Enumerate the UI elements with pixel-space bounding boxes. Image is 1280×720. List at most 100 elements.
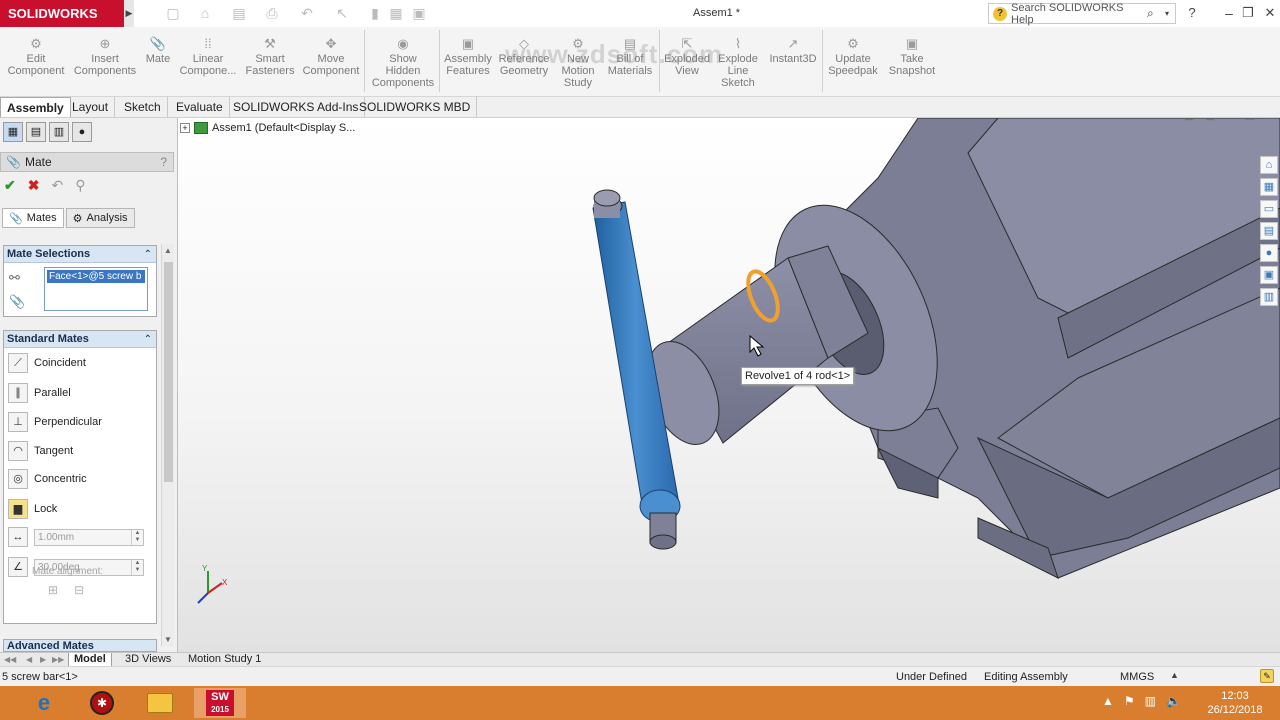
help-icon[interactable]: ? — [160, 155, 167, 169]
pushpin-icon[interactable]: ⚲ — [75, 177, 85, 194]
clock[interactable]: 12:03 26/12/2018 — [1200, 689, 1270, 717]
file-properties-icon[interactable]: ▦ — [387, 4, 405, 22]
configuration-manager-icon[interactable]: ▥ — [49, 122, 69, 142]
feature-tree-root[interactable]: + Assem1 (Default<Display S... — [180, 122, 355, 134]
cascade-icon[interactable]: ⊟ — [1206, 118, 1215, 123]
next-tab-icon[interactable]: ▶ — [40, 653, 46, 666]
exploded-view-button[interactable]: ⇱ Exploded View — [662, 37, 712, 78]
tile-icon[interactable]: ⊞ — [1184, 118, 1193, 123]
tab-layout[interactable]: Layout — [66, 97, 116, 117]
minimize-icon[interactable]: – — [1221, 5, 1237, 21]
restore-icon[interactable]: ❐ — [1240, 5, 1256, 21]
ie-button[interactable]: e — [24, 688, 64, 718]
spinner-icon[interactable]: ▲ ▼ — [131, 529, 143, 545]
solidworks-taskbar-button[interactable]: SW 2015 — [194, 688, 246, 718]
distance-field[interactable]: 1.00mm ▲ ▼ — [34, 528, 144, 546]
scroll-thumb[interactable] — [164, 262, 173, 482]
network-icon[interactable]: ▥ — [1145, 694, 1156, 708]
graphics-area[interactable]: ⌕ ⌕ ⌕ ↩ ▥ ✎ ◳ ◆ ◐ ● ◒ ▤ + Assem1 (Defaul… — [178, 118, 1280, 652]
insert-components-button[interactable]: ⊕ Insert Components — [72, 37, 138, 78]
angle-icon[interactable]: ∠ — [8, 557, 28, 577]
take-snapshot-button[interactable]: ▣ Take Snapshot — [884, 37, 940, 78]
menu-expand-arrow-icon[interactable]: ▶ — [124, 0, 134, 27]
concentric-option[interactable]: ◎ Concentric — [4, 466, 154, 492]
help-icon[interactable]: ? — [1184, 5, 1200, 20]
appearances-icon[interactable]: ● — [1260, 244, 1278, 262]
distance-icon[interactable]: ↔ — [8, 527, 28, 547]
update-speedpak-button[interactable]: ⚙ Update Speedpak — [826, 37, 880, 78]
aligned-icon[interactable]: ⊞ — [48, 583, 58, 597]
custom-properties-icon[interactable]: ▣ — [1260, 266, 1278, 284]
smart-fasteners-button[interactable]: ⚒ Smart Fasteners — [242, 37, 298, 78]
cancel-x-icon[interactable]: ✖ — [28, 177, 40, 194]
select-icon[interactable]: ↖ — [333, 4, 351, 22]
file-explorer-icon[interactable]: ▭ — [1260, 200, 1278, 218]
solidworks-logo[interactable]: SOLIDWORKS — [0, 0, 124, 27]
tray-expand-icon[interactable]: ▲ — [1102, 694, 1114, 708]
assembly-features-button[interactable]: ▣ Assembly Features — [442, 37, 494, 78]
tangent-option[interactable]: ◠ Tangent — [4, 438, 154, 464]
selection-item[interactable]: Face<1>@5 screw b — [47, 270, 145, 283]
bill-of-materials-button[interactable]: ▤ Bill of Materials — [604, 37, 656, 78]
options-icon[interactable]: ▣ — [410, 4, 428, 22]
move-component-button[interactable]: ✥ Move Component — [300, 37, 362, 78]
tab-3d-views[interactable]: 3D Views — [120, 653, 176, 667]
resources-icon[interactable]: ⌂ — [1260, 156, 1278, 174]
mate-button[interactable]: 📎 Mate — [142, 37, 174, 66]
volume-icon[interactable]: 🔈 — [1166, 694, 1181, 708]
linear-pattern-button[interactable]: ⁞⁞ Linear Compone... — [178, 37, 238, 78]
rebuild-icon[interactable]: ▮ — [366, 4, 384, 22]
magnifier-icon[interactable]: ⌕ — [1147, 6, 1161, 21]
solidworks-forum-icon[interactable]: ▥ — [1260, 288, 1278, 306]
tab-assembly[interactable]: Assembly — [0, 97, 71, 117]
last-tab-icon[interactable]: ▶▶ — [52, 653, 64, 666]
search-input[interactable]: Search SOLIDWORKS Help — [1011, 2, 1143, 26]
explode-line-sketch-button[interactable]: ⌇ Explode Line Sketch — [714, 37, 762, 90]
mate-selections-header[interactable]: Mate Selections ⌃ — [4, 246, 156, 263]
feature-manager-icon[interactable]: ▦ — [3, 122, 23, 142]
flag-icon[interactable]: ⚑ — [1124, 694, 1135, 708]
first-tab-icon[interactable]: ◀◀ — [4, 653, 16, 666]
open-document-icon[interactable]: ⌂ — [196, 4, 214, 22]
save-icon[interactable]: ▤ — [230, 4, 248, 22]
viewport-restore-icon[interactable]: ❐ — [1245, 118, 1255, 123]
ok-check-icon[interactable]: ✔ — [4, 177, 16, 194]
new-document-icon[interactable]: ▢ — [164, 4, 182, 22]
view-palette-icon[interactable]: ▤ — [1260, 222, 1278, 240]
instant3d-button[interactable]: ↗ Instant3D — [766, 37, 820, 66]
tab-motion-study[interactable]: Motion Study 1 — [183, 653, 266, 667]
prev-tab-icon[interactable]: ◀ — [26, 653, 32, 666]
tab-addins[interactable]: SOLIDWORKS Add-Ins — [227, 97, 366, 117]
collapse-icon[interactable]: ⌃ — [144, 334, 152, 345]
viewport-close-icon[interactable]: ✕ — [1267, 118, 1276, 123]
lock-option[interactable]: ▆ Lock — [4, 496, 154, 522]
app-button[interactable]: ✱ — [82, 688, 122, 718]
property-manager-icon[interactable]: ▤ — [26, 122, 46, 142]
spinner-icon[interactable]: ▲ ▼ — [131, 559, 143, 575]
appearance-manager-icon[interactable]: ● — [72, 122, 92, 142]
undo-icon[interactable]: ↶ — [51, 177, 63, 194]
tab-mates[interactable]: 📎 Mates — [2, 208, 64, 228]
anti-aligned-icon[interactable]: ⊟ — [74, 583, 84, 597]
scroll-down-icon[interactable]: ▼ — [164, 635, 172, 644]
rebuild-status-icon[interactable]: ✎ — [1260, 669, 1274, 683]
tab-evaluate[interactable]: Evaluate — [170, 97, 230, 117]
advanced-mates-header[interactable]: Advanced Mates — [3, 639, 157, 652]
coincident-option[interactable]: ⟋ Coincident — [4, 350, 154, 376]
show-hidden-components-button[interactable]: ◉ Show Hidden Components — [368, 37, 438, 90]
perpendicular-option[interactable]: ⊥ Perpendicular — [4, 409, 154, 435]
close-icon[interactable]: ✕ — [1262, 5, 1278, 21]
tab-mbd[interactable]: SOLIDWORKS MBD — [353, 97, 478, 117]
units-dropdown-icon[interactable]: ▲ — [1170, 670, 1179, 680]
units-selector[interactable]: MMGS — [1120, 671, 1154, 683]
mate-selection-list[interactable]: Face<1>@5 screw b — [44, 267, 148, 311]
scroll-up-icon[interactable]: ▲ — [164, 246, 172, 255]
explorer-button[interactable] — [140, 688, 180, 718]
standard-mates-header[interactable]: Standard Mates ⌃ — [4, 331, 156, 348]
edit-component-button[interactable]: ⚙ Edit Component — [6, 37, 66, 78]
design-library-icon[interactable]: ▦ — [1260, 178, 1278, 196]
search-dropdown-icon[interactable]: ▾ — [1165, 9, 1175, 18]
undo-icon[interactable]: ↶ — [298, 4, 316, 22]
panel-scrollbar[interactable]: ▲ ▼ — [161, 244, 174, 646]
reference-geometry-button[interactable]: ◇ Reference Geometry — [496, 37, 552, 78]
